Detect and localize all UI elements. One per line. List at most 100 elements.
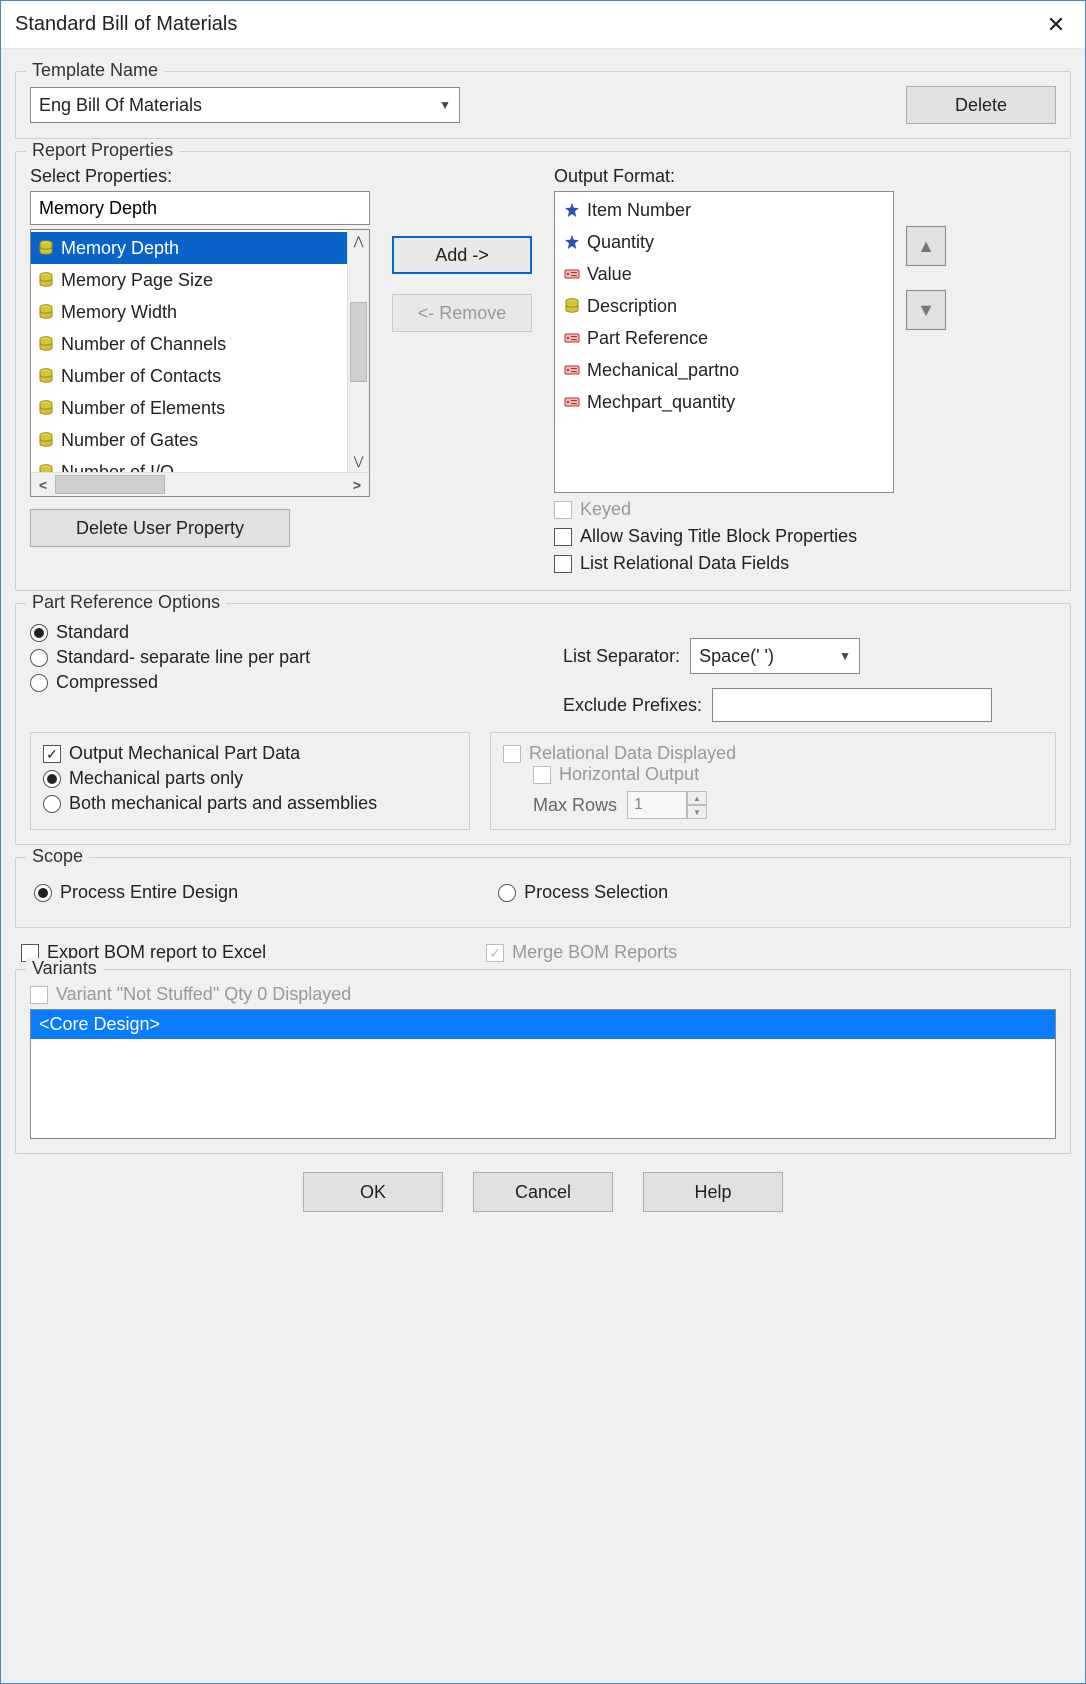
list-relational-checkbox[interactable]: List Relational Data Fields bbox=[554, 553, 894, 574]
move-down-button[interactable]: ▼ bbox=[906, 290, 946, 330]
hscroll-thumb[interactable] bbox=[55, 475, 165, 494]
star-icon bbox=[563, 233, 581, 251]
group-label-report: Report Properties bbox=[26, 140, 179, 161]
radio-icon bbox=[34, 884, 52, 902]
scroll-up-icon[interactable]: ⋀ bbox=[348, 230, 369, 252]
max-rows-label: Max Rows bbox=[533, 795, 617, 816]
remove-button: <- Remove bbox=[392, 294, 532, 332]
checkbox-icon bbox=[503, 745, 521, 763]
group-label-partref: Part Reference Options bbox=[26, 592, 226, 613]
scroll-right-icon[interactable]: > bbox=[345, 473, 369, 496]
output-list-item[interactable]: Value bbox=[555, 258, 893, 290]
database-icon bbox=[37, 335, 55, 353]
database-icon bbox=[563, 297, 581, 315]
arrow-down-icon: ▼ bbox=[917, 300, 935, 321]
radio-icon bbox=[30, 649, 48, 667]
dialog-window: Standard Bill of Materials ✕ Template Na… bbox=[0, 0, 1086, 1684]
help-button[interactable]: Help bbox=[643, 1172, 783, 1212]
checkbox-icon bbox=[30, 986, 48, 1004]
output-list-item[interactable]: Mechpart_quantity bbox=[555, 386, 893, 418]
radio-compressed[interactable]: Compressed bbox=[30, 672, 523, 693]
add-button[interactable]: Add -> bbox=[392, 236, 532, 274]
database-icon bbox=[37, 431, 55, 449]
property-search-input[interactable] bbox=[30, 191, 370, 225]
properties-scrollbar[interactable]: ⋀ ⋁ bbox=[347, 230, 369, 472]
variants-listbox[interactable]: <Core Design> bbox=[30, 1009, 1056, 1139]
database-icon bbox=[37, 239, 55, 257]
max-rows-input bbox=[627, 791, 687, 819]
delete-template-button[interactable]: Delete bbox=[906, 86, 1056, 124]
close-icon[interactable]: ✕ bbox=[1041, 12, 1071, 38]
arrow-up-icon: ▲ bbox=[917, 236, 935, 257]
variant-item[interactable]: <Core Design> bbox=[31, 1010, 1055, 1039]
database-icon bbox=[37, 303, 55, 321]
checkbox-icon bbox=[554, 528, 572, 546]
property-list-item[interactable]: Memory Page Size bbox=[31, 264, 369, 296]
radio-mechanical-only[interactable]: Mechanical parts only bbox=[43, 768, 457, 789]
tag-icon bbox=[563, 361, 581, 379]
select-properties-label: Select Properties: bbox=[30, 166, 370, 187]
radio-icon bbox=[30, 624, 48, 642]
spin-up-icon: ▲ bbox=[687, 791, 707, 805]
database-icon bbox=[37, 367, 55, 385]
group-scope: Scope Process Entire Design Process Sele… bbox=[15, 857, 1071, 928]
output-list-item[interactable]: Item Number bbox=[555, 194, 893, 226]
ok-button[interactable]: OK bbox=[303, 1172, 443, 1212]
output-mechanical-checkbox[interactable]: ✓ Output Mechanical Part Data bbox=[43, 743, 457, 764]
output-listbox[interactable]: Item NumberQuantityValueDescriptionPart … bbox=[554, 191, 894, 493]
radio-process-entire[interactable]: Process Entire Design bbox=[34, 882, 238, 903]
allow-title-block-checkbox[interactable]: Allow Saving Title Block Properties bbox=[554, 526, 894, 547]
relational-subgroup: Relational Data Displayed Horizontal Out… bbox=[490, 732, 1056, 830]
group-part-reference: Part Reference Options Standard Standard… bbox=[15, 603, 1071, 845]
radio-both-mech[interactable]: Both mechanical parts and assemblies bbox=[43, 793, 457, 814]
group-template-name: Template Name Eng Bill Of Materials ▼ De… bbox=[15, 71, 1071, 139]
group-label-variants: Variants bbox=[26, 958, 103, 979]
mechanical-subgroup: ✓ Output Mechanical Part Data Mechanical… bbox=[30, 732, 470, 830]
database-icon bbox=[37, 399, 55, 417]
property-list-item[interactable]: Memory Width bbox=[31, 296, 369, 328]
list-separator-label: List Separator: bbox=[563, 646, 680, 667]
scroll-left-icon[interactable]: < bbox=[31, 473, 55, 496]
cancel-button[interactable]: Cancel bbox=[473, 1172, 613, 1212]
radio-separate-line[interactable]: Standard- separate line per part bbox=[30, 647, 523, 668]
property-list-item[interactable]: Number of Elements bbox=[31, 392, 369, 424]
add-remove-column: Add -> <- Remove bbox=[382, 236, 542, 332]
tag-icon bbox=[563, 265, 581, 283]
property-list-item[interactable]: Number of Channels bbox=[31, 328, 369, 360]
tag-icon bbox=[563, 329, 581, 347]
property-list-item[interactable]: Number of Contacts bbox=[31, 360, 369, 392]
group-label-template: Template Name bbox=[26, 60, 164, 81]
output-list-item[interactable]: Quantity bbox=[555, 226, 893, 258]
output-list-item[interactable]: Description bbox=[555, 290, 893, 322]
select-properties-column: Select Properties: Memory DepthMemory Pa… bbox=[30, 166, 370, 547]
exclude-prefixes-label: Exclude Prefixes: bbox=[563, 695, 702, 716]
radio-icon bbox=[43, 795, 61, 813]
scroll-down-icon[interactable]: ⋁ bbox=[348, 450, 369, 472]
delete-user-property-button[interactable]: Delete User Property bbox=[30, 509, 290, 547]
scroll-thumb[interactable] bbox=[350, 302, 367, 382]
output-format-column: Output Format: Item NumberQuantityValueD… bbox=[554, 166, 894, 574]
list-separator-combo[interactable]: Space(' ') ▼ bbox=[690, 638, 860, 674]
database-icon bbox=[37, 271, 55, 289]
output-list-item[interactable]: Part Reference bbox=[555, 322, 893, 354]
exclude-prefixes-input[interactable] bbox=[712, 688, 992, 722]
group-report-properties: Report Properties Select Properties: Mem… bbox=[15, 151, 1071, 591]
move-up-button[interactable]: ▲ bbox=[906, 226, 946, 266]
tag-icon bbox=[563, 393, 581, 411]
output-format-label: Output Format: bbox=[554, 166, 894, 187]
dialog-body: Template Name Eng Bill Of Materials ▼ De… bbox=[1, 49, 1085, 1683]
properties-listbox[interactable]: Memory DepthMemory Page SizeMemory Width… bbox=[30, 229, 370, 497]
checkbox-icon: ✓ bbox=[486, 944, 504, 962]
properties-hscrollbar[interactable]: < > bbox=[31, 472, 369, 496]
checkbox-icon bbox=[533, 766, 551, 784]
property-list-item[interactable]: Memory Depth bbox=[31, 232, 369, 264]
property-list-item[interactable]: Number of Gates bbox=[31, 424, 369, 456]
radio-process-selection[interactable]: Process Selection bbox=[498, 882, 668, 903]
radio-standard[interactable]: Standard bbox=[30, 622, 523, 643]
radio-icon bbox=[43, 770, 61, 788]
output-list-item[interactable]: Mechanical_partno bbox=[555, 354, 893, 386]
template-name-combo[interactable]: Eng Bill Of Materials ▼ bbox=[30, 87, 460, 123]
star-icon bbox=[563, 201, 581, 219]
chevron-down-icon: ▼ bbox=[839, 649, 851, 663]
checkbox-icon: ✓ bbox=[43, 745, 61, 763]
